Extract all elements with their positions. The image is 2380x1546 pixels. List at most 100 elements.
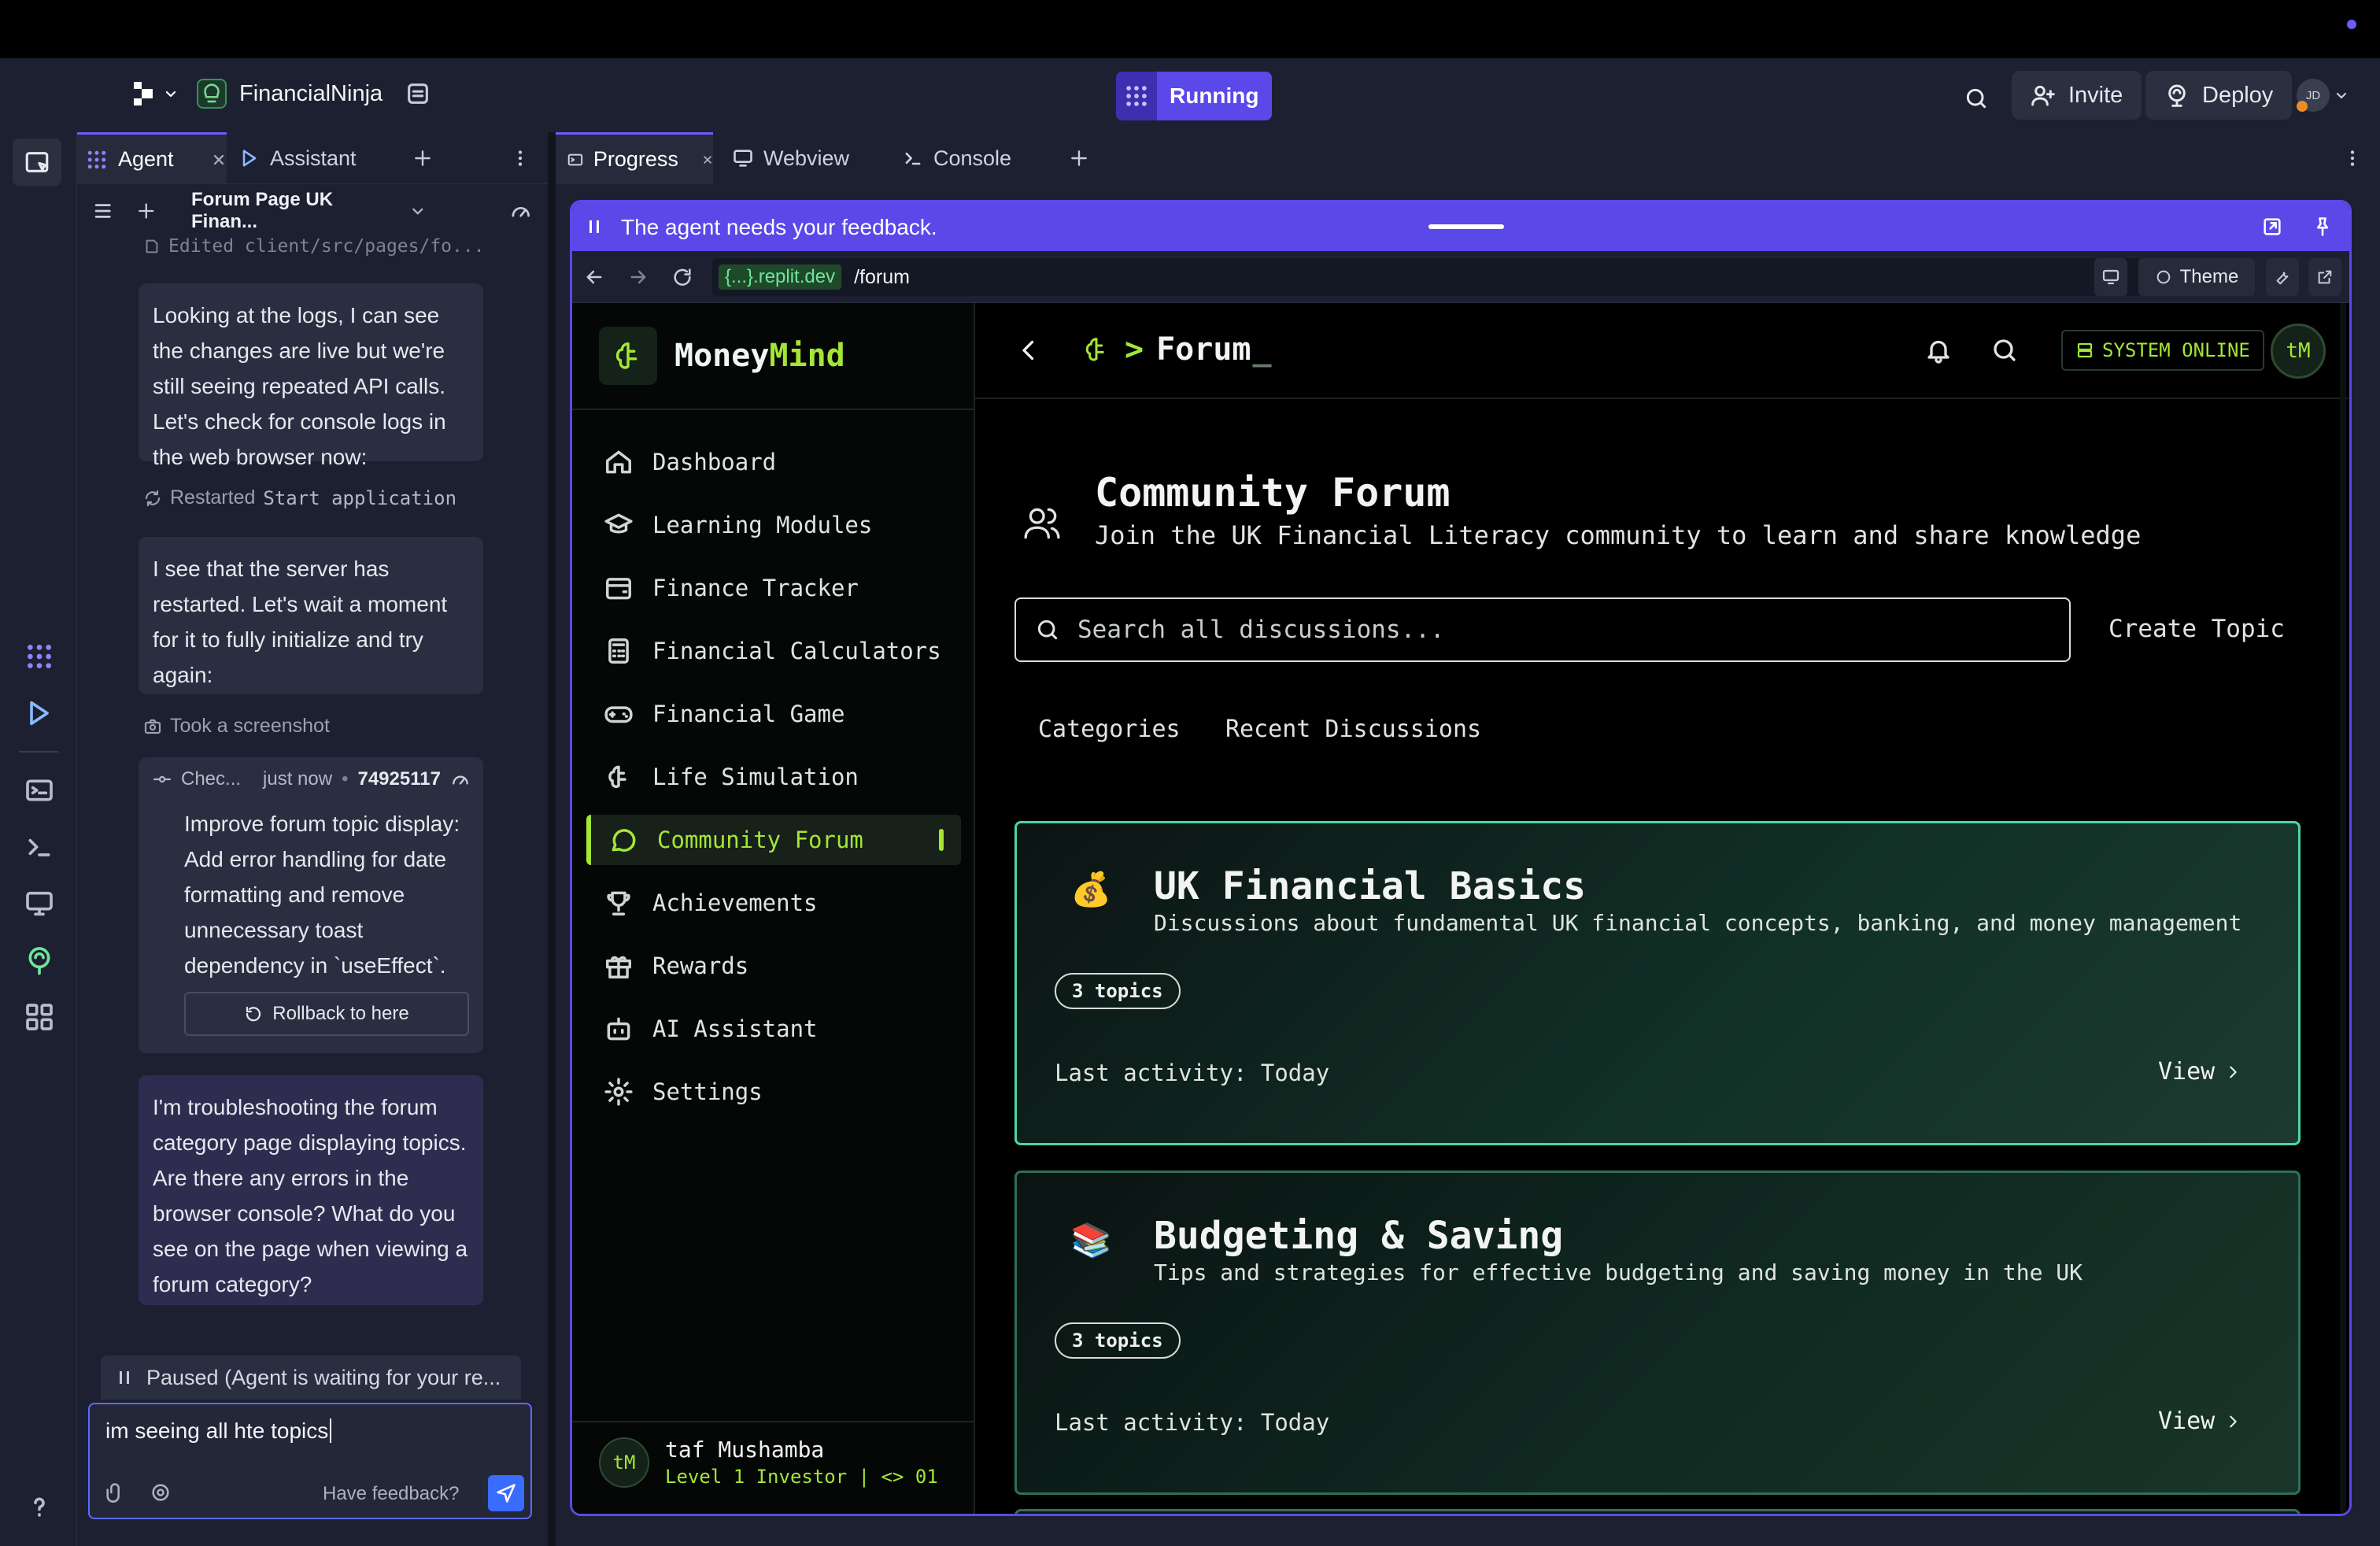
bell-icon[interactable]	[1924, 336, 1953, 364]
toggle-sidebar-button[interactable]	[13, 139, 61, 186]
close-icon[interactable]	[212, 153, 226, 167]
category-card-partial[interactable]	[1014, 1509, 2301, 1514]
tab-agent[interactable]: Agent	[77, 132, 227, 184]
user-avatar[interactable]: tM	[2271, 324, 2326, 379]
chevron-right-icon	[2230, 1415, 2237, 1427]
all-tools-rail-button[interactable]	[24, 1001, 55, 1033]
wrench-icon	[2276, 272, 2289, 285]
rollback-icon	[246, 1006, 261, 1022]
user-avatar: tM	[599, 1437, 649, 1488]
account-menu[interactable]: JD	[2297, 79, 2349, 112]
nav-item-financial-calculators[interactable]: Financial Calculators	[586, 626, 961, 676]
new-tab-icon[interactable]	[412, 148, 433, 168]
view-link[interactable]: View	[2158, 1058, 2241, 1086]
run-status-button[interactable]: Running	[1116, 72, 1272, 120]
send-button[interactable]	[488, 1475, 524, 1511]
rollback-label: Rollback to here	[272, 1003, 409, 1024]
replit-logo-icon	[134, 82, 153, 105]
theme-button[interactable]: Theme	[2138, 258, 2255, 296]
usage-gauge-icon[interactable]	[509, 199, 532, 223]
console-rail-button[interactable]	[24, 831, 55, 863]
chat-input-box[interactable]: im seeing all hte topics Have feedback?	[88, 1403, 532, 1519]
thread-title[interactable]: Forum Page UK Finan...	[191, 189, 401, 233]
assistant-rail-button[interactable]	[24, 697, 55, 729]
project-title[interactable]: FinancialNinja	[197, 79, 431, 109]
nav-item-achievements[interactable]: Achievements	[586, 878, 961, 928]
back-icon[interactable]	[583, 266, 605, 288]
tab-label: Webview	[763, 146, 850, 170]
terminal-icon	[28, 838, 50, 856]
details-icon[interactable]	[405, 80, 431, 107]
settings-icon[interactable]	[150, 1481, 172, 1503]
webview-rail-button[interactable]	[24, 888, 55, 919]
tab-recent-discussions[interactable]: Recent Discussions	[1225, 716, 1481, 743]
deploy-rail-button[interactable]	[24, 945, 55, 976]
rollback-button[interactable]: Rollback to here	[184, 992, 469, 1036]
nav-item-dashboard[interactable]: Dashboard	[586, 437, 961, 487]
more-icon[interactable]	[510, 148, 530, 168]
help-button[interactable]	[24, 1491, 55, 1522]
avatar: JD	[2297, 79, 2330, 112]
tab-assistant[interactable]: Assistant	[238, 132, 388, 184]
tab-console[interactable]: Console	[902, 132, 1059, 184]
close-icon[interactable]	[702, 153, 713, 167]
search-icon[interactable]	[1990, 336, 2019, 364]
category-description: Discussions about fundamental UK financi…	[1154, 910, 2242, 936]
nav-item-learning-modules[interactable]: Learning Modules	[586, 500, 961, 550]
forum-subtitle: Join the UK Financial Literacy community…	[1095, 520, 2142, 550]
nav-item-financial-game[interactable]: Financial Game	[586, 689, 961, 739]
deploy-button[interactable]: Deploy	[2145, 71, 2293, 120]
progress-rail-button[interactable]	[24, 775, 55, 806]
category-card[interactable]: 💰 UK Financial Basics Discussions about …	[1014, 821, 2301, 1145]
agent-rail-button[interactable]	[24, 641, 55, 672]
nav-item-community-forum[interactable]: Community Forum	[586, 815, 961, 865]
tab-webview[interactable]: Webview	[732, 132, 889, 184]
new-thread-icon[interactable]	[136, 201, 157, 221]
panel-resize-handle[interactable]	[548, 132, 556, 1546]
nav-item-finance-tracker[interactable]: Finance Tracker	[586, 563, 961, 613]
url-bar: {...}.replit.dev /forum Theme	[572, 251, 2349, 303]
workspace-menu-button[interactable]	[132, 80, 178, 107]
open-new-tab-button[interactable]	[2308, 258, 2341, 296]
forum-main: > Forum _ SYSTEM ONLINE tM Community For…	[975, 303, 2349, 1514]
attach-icon[interactable]	[104, 1481, 126, 1503]
create-topic-button[interactable]: Create Topic	[2108, 615, 2285, 643]
tab-categories[interactable]: Categories	[1038, 716, 1181, 743]
more-icon[interactable]	[2342, 148, 2363, 168]
user-profile[interactable]: tM taf Mushamba Level 1 Investor | <> 01	[599, 1437, 938, 1488]
nav-item-rewards[interactable]: Rewards	[586, 941, 961, 991]
nav-label: Financial Calculators	[652, 638, 941, 664]
invite-button[interactable]: Invite	[2012, 71, 2142, 120]
progress-icon	[567, 153, 583, 165]
devtools-button[interactable]	[2266, 258, 2299, 296]
forum-search-input[interactable]: Search all discussions...	[1014, 597, 2071, 662]
deploy-icon	[2168, 84, 2186, 107]
history-list-icon[interactable]	[91, 199, 114, 223]
help-icon	[34, 1497, 45, 1517]
nav-item-life-simulation[interactable]: Life Simulation	[586, 752, 961, 802]
address-field[interactable]: {...}.replit.dev /forum	[712, 258, 2228, 296]
view-link[interactable]: View	[2158, 1407, 2241, 1435]
brand[interactable]: MoneyMind	[599, 327, 845, 385]
back-icon[interactable]	[1014, 336, 1043, 364]
search-button[interactable]	[1958, 80, 1994, 117]
forward-icon[interactable]	[627, 266, 649, 288]
category-card[interactable]: 📚 Budgeting & Saving Tips and strategies…	[1014, 1171, 2301, 1495]
pin-icon[interactable]	[2312, 216, 2334, 238]
new-tab-icon[interactable]	[1069, 148, 1089, 168]
avatar-initials: JD	[2305, 88, 2321, 102]
chat-input[interactable]: im seeing all hte topics	[105, 1418, 332, 1444]
restart-note: Restarted Start application	[143, 486, 456, 509]
chevron-down-icon[interactable]	[410, 203, 426, 219]
drag-handle[interactable]	[1428, 224, 1504, 229]
tab-progress[interactable]: Progress	[556, 132, 713, 184]
nav-item-settings[interactable]: Settings	[586, 1067, 961, 1117]
agent-icon	[28, 645, 51, 668]
popout-icon[interactable]	[2261, 216, 2283, 238]
reload-icon[interactable]	[671, 266, 693, 288]
device-button[interactable]	[2094, 258, 2127, 296]
invite-label: Invite	[2068, 82, 2123, 108]
nav-item-ai-assistant[interactable]: AI Assistant	[586, 1004, 961, 1054]
scrollbar[interactable]	[2340, 303, 2346, 1514]
feedback-link[interactable]: Have feedback?	[323, 1483, 459, 1505]
